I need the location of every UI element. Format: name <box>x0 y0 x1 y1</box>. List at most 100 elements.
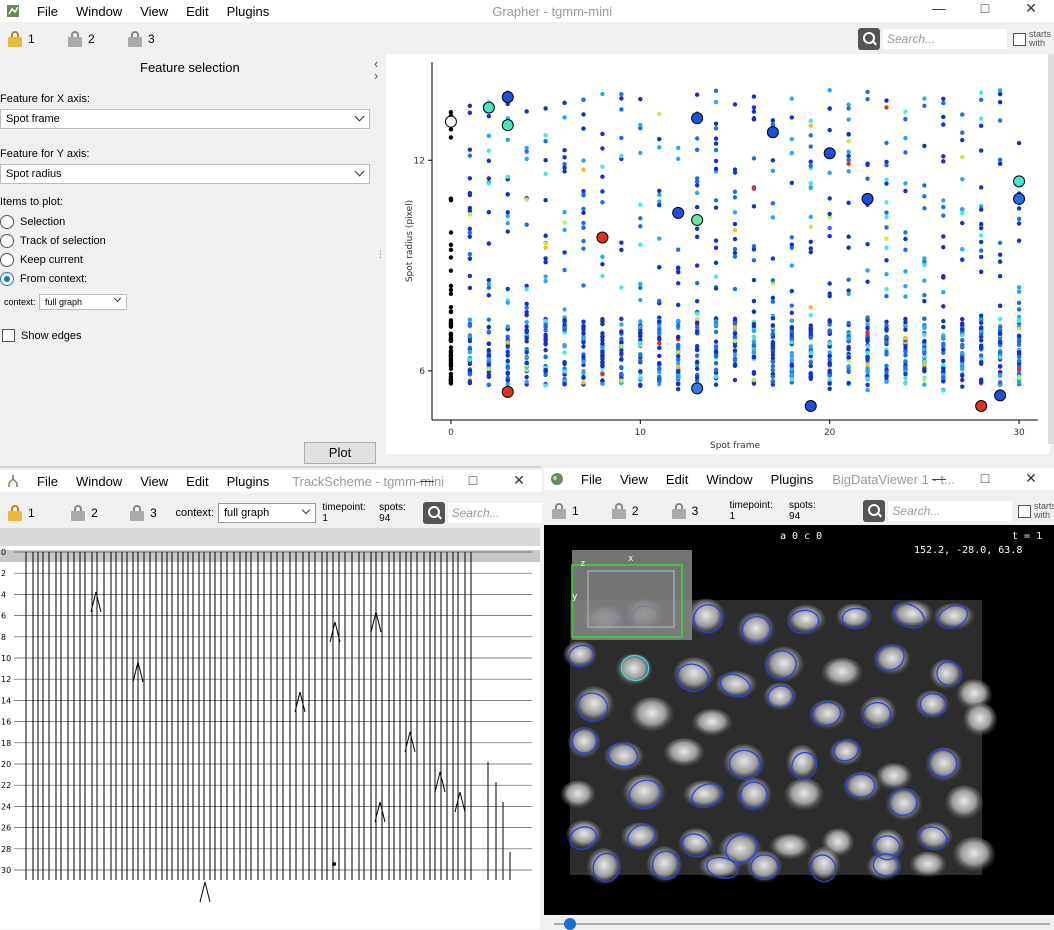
data-point <box>922 316 927 321</box>
menu-file[interactable]: File <box>572 472 611 487</box>
scatter-chart[interactable]: 0 10 20 30 6 12 Spot frame Spot radius (pixel) <box>386 54 1050 454</box>
data-point <box>751 343 757 348</box>
maximize-icon[interactable]: □ <box>962 470 1008 488</box>
splitter-handle[interactable]: ⋮ <box>376 250 385 266</box>
nucleus <box>933 603 975 631</box>
starts-with-checkbox[interactable] <box>1013 32 1026 46</box>
starts-with-checkbox[interactable] <box>1017 504 1031 518</box>
close-icon[interactable]: ✕ <box>496 472 542 490</box>
data-point <box>619 356 624 362</box>
lock-1-button[interactable]: 1 <box>552 503 604 519</box>
data-point <box>751 204 757 209</box>
data-point <box>941 347 946 352</box>
search-input[interactable]: Search... <box>883 29 1007 49</box>
menu-view[interactable]: View <box>611 472 657 487</box>
search-input[interactable]: Search... <box>888 501 1012 521</box>
lock-3-button[interactable]: 3 <box>671 503 724 519</box>
data-point <box>524 305 529 310</box>
context-select[interactable]: full graph <box>39 294 127 310</box>
radio-selection[interactable]: Selection <box>0 215 65 229</box>
data-point <box>638 122 643 128</box>
menu-window[interactable]: Window <box>67 4 131 19</box>
data-point <box>978 123 984 129</box>
radio-circle[interactable] <box>0 253 14 267</box>
data-point <box>903 365 908 370</box>
data-point <box>1016 221 1022 226</box>
starts-with-option[interactable]: starts with <box>1017 502 1054 520</box>
bdv-viewer-canvas[interactable]: x z y a 0 c 0 t = 1 152.2, -28.0, 63.8 <box>544 525 1054 915</box>
menu-view[interactable]: View <box>131 474 177 489</box>
menu-plugins[interactable]: Plugins <box>762 472 823 487</box>
data-point <box>941 304 946 309</box>
starts-with-option[interactable]: starts with <box>1013 30 1051 48</box>
data-point <box>865 241 870 247</box>
context-select[interactable]: full graph <box>217 503 317 523</box>
menu-file[interactable]: File <box>28 4 67 19</box>
spots-label: spots: 94 <box>379 502 406 524</box>
data-point <box>505 221 510 226</box>
data-point <box>732 167 738 172</box>
menu-edit[interactable]: Edit <box>177 4 217 19</box>
lock-1-button[interactable]: 1 <box>8 505 59 521</box>
radio-circle[interactable] <box>0 215 14 229</box>
data-point <box>903 371 908 377</box>
search-input[interactable]: Search... <box>447 503 542 523</box>
data-point <box>562 325 567 331</box>
time-slider[interactable] <box>548 915 1054 930</box>
data-point <box>751 323 757 328</box>
microscopy-view[interactable]: x z y a 0 c 0 t = 1 152.2, -28.0, 63.8 <box>544 525 1054 915</box>
menu-plugins[interactable]: Plugins <box>218 474 279 489</box>
search-icon[interactable] <box>858 28 880 50</box>
x-axis-select[interactable]: Spot frame <box>0 109 370 129</box>
data-point <box>865 279 870 284</box>
lock-1-button[interactable]: 1 <box>8 31 60 47</box>
close-icon[interactable]: ✕ <box>1008 470 1054 488</box>
data-point <box>600 345 605 350</box>
data-point <box>997 303 1003 309</box>
data-point <box>694 147 700 152</box>
radio-track-of-selection[interactable]: Track of selection <box>0 234 106 248</box>
minimize-icon[interactable]: — <box>916 470 962 488</box>
show-edges-checkbox[interactable] <box>2 329 15 342</box>
radio-circle[interactable] <box>0 272 14 286</box>
lock-3-button[interactable]: 3 <box>130 505 169 521</box>
radio-keep-current[interactable]: Keep current <box>0 253 83 267</box>
lock-2-button[interactable]: 2 <box>71 505 122 521</box>
coords-overlay: 152.2, -28.0, 63.8 <box>914 545 1022 556</box>
menu-edit[interactable]: Edit <box>177 474 217 489</box>
data-point <box>524 350 529 355</box>
radio-from-context[interactable]: From context: <box>0 272 87 286</box>
search-icon[interactable] <box>863 500 886 522</box>
maximize-icon[interactable]: □ <box>450 472 496 490</box>
plot-button[interactable]: Plot <box>304 442 376 464</box>
y-axis-select[interactable]: Spot radius <box>0 164 370 184</box>
data-point <box>713 126 719 131</box>
menu-file[interactable]: File <box>28 474 67 489</box>
minimize-icon[interactable]: — <box>404 472 450 490</box>
show-edges-option[interactable]: Show edges <box>0 329 82 342</box>
menu-edit[interactable]: Edit <box>657 472 697 487</box>
scatter-plot-area[interactable]: 0 10 20 30 6 12 Spot frame Spot radius (pixel) <box>386 54 1050 454</box>
data-point <box>524 287 529 292</box>
lock-2-button[interactable]: 2 <box>611 503 664 519</box>
menu-plugins[interactable]: Plugins <box>218 4 279 19</box>
menu-view[interactable]: View <box>131 4 177 19</box>
close-icon[interactable]: ✕ <box>1008 0 1054 18</box>
menu-window[interactable]: Window <box>67 474 131 489</box>
data-point <box>808 331 813 336</box>
lock-2-button[interactable]: 2 <box>68 31 120 47</box>
lock-3-button[interactable]: 3 <box>128 31 180 47</box>
search-icon[interactable] <box>423 502 445 524</box>
minimize-icon[interactable]: — <box>916 0 962 18</box>
collapse-right-icon[interactable]: › <box>374 68 378 83</box>
maximize-icon[interactable]: □ <box>962 0 1008 18</box>
plot-scrollbar[interactable] <box>1048 54 1054 444</box>
nucleus <box>783 778 825 812</box>
data-point <box>941 114 946 120</box>
trackscheme-canvas[interactable]: 0 2 4 6 8 10 12 14 16 18 20 22 24 26 28 30 <box>0 528 540 929</box>
radio-circle[interactable] <box>0 234 14 248</box>
menu-window[interactable]: Window <box>697 472 761 487</box>
nucleus <box>875 762 913 792</box>
slider-knob[interactable] <box>564 918 576 930</box>
lineage-tree[interactable]: 024681012141618202224262830 <box>0 528 540 929</box>
